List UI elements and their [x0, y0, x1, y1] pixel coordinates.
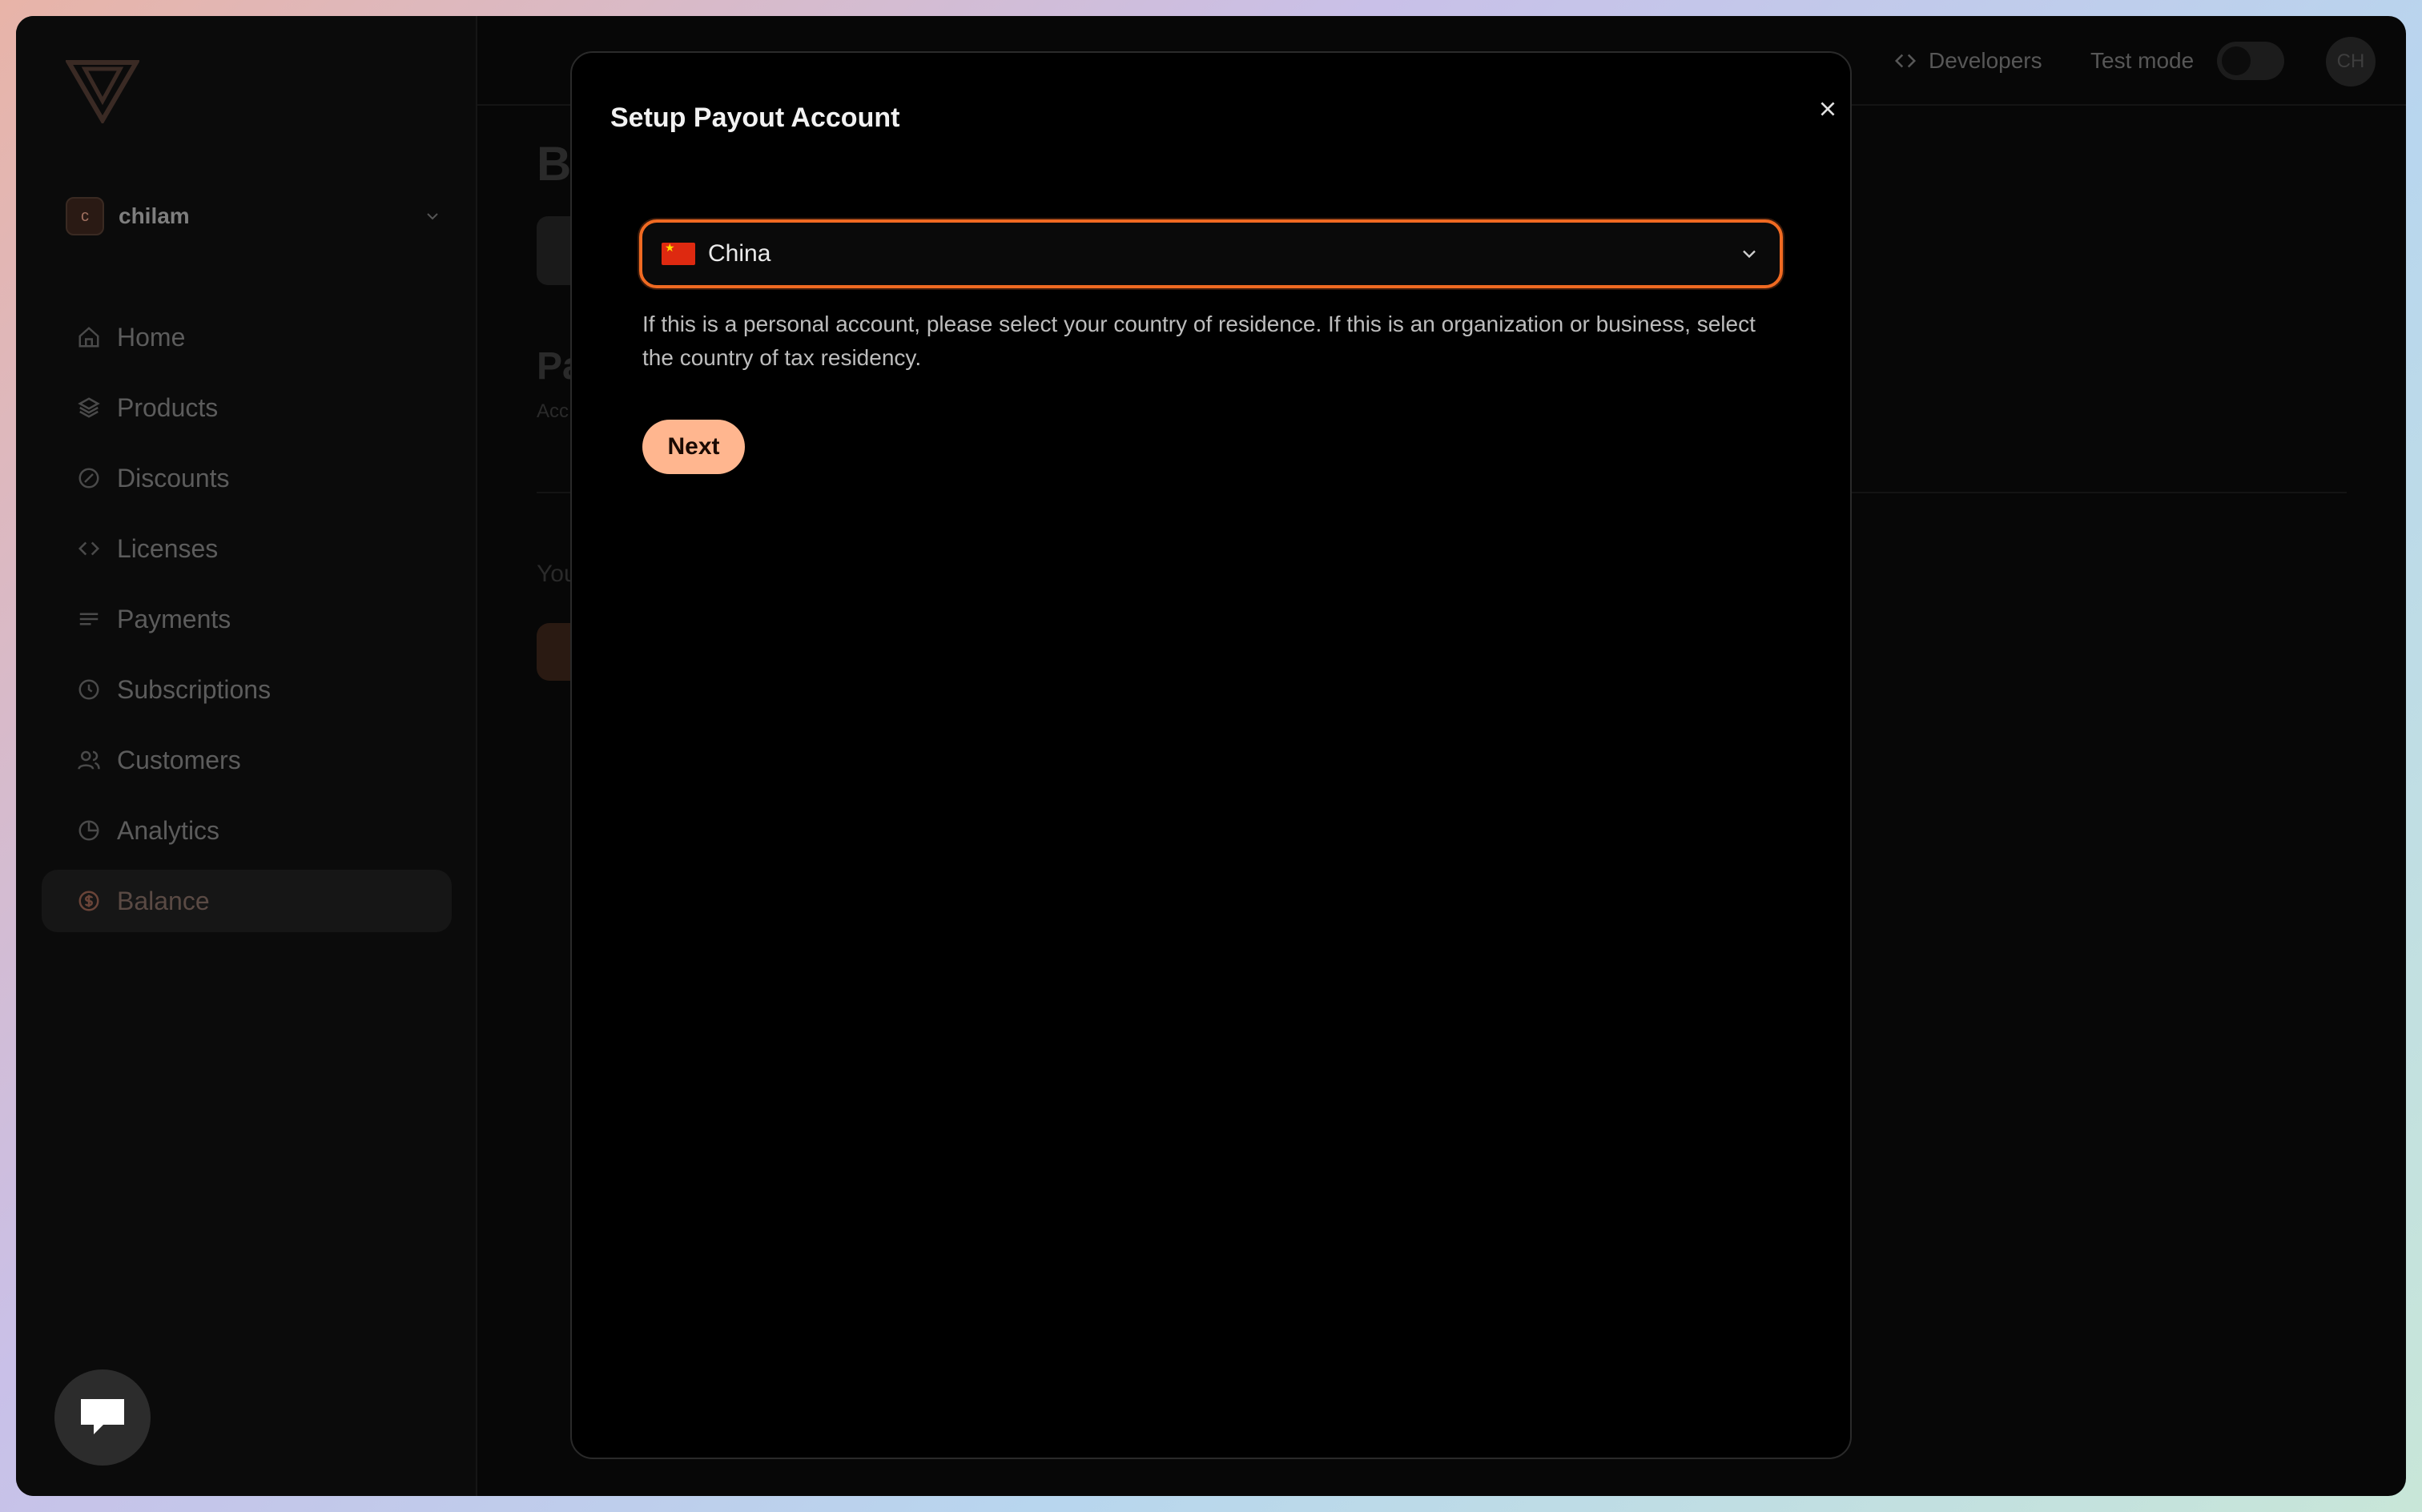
users-icon	[78, 750, 100, 770]
sidebar-item-licenses[interactable]: Licenses	[42, 517, 452, 580]
close-icon	[1821, 102, 1835, 116]
discount-icon	[78, 468, 99, 489]
sidebar-item-label: Customers	[117, 745, 241, 774]
sidebar-item-subscriptions[interactable]: Subscriptions	[42, 658, 452, 721]
sidebar-item-label: Subscriptions	[117, 674, 272, 704]
chevron-down-icon	[427, 213, 438, 220]
home-icon	[78, 327, 99, 348]
sidebar-item-label: Analytics	[117, 815, 220, 845]
setup-payout-modal: Setup Payout Account China If this is a …	[570, 51, 1852, 1459]
developers-label: Developers	[1929, 48, 2042, 73]
app-window: c chilam Home Products Discounts License…	[16, 16, 2406, 1496]
sidebar-item-analytics[interactable]: Analytics	[42, 799, 452, 862]
pie-chart-icon	[78, 820, 99, 841]
developers-link[interactable]: Developers	[1893, 48, 2042, 74]
dollar-circle-icon	[78, 891, 99, 911]
china-flag-icon	[662, 241, 695, 265]
org-switcher[interactable]: c chilam	[66, 194, 442, 239]
close-button[interactable]	[1813, 94, 1842, 123]
layers-icon	[78, 397, 100, 418]
code-icon	[78, 541, 100, 556]
modal-title: Setup Payout Account	[610, 103, 900, 133]
sidebar-item-products[interactable]: Products	[42, 376, 452, 439]
org-name: chilam	[119, 203, 190, 228]
sidebar-item-payments[interactable]: Payments	[42, 588, 452, 650]
sidebar-item-label: Balance	[117, 886, 210, 915]
sidebar-item-customers[interactable]: Customers	[42, 729, 452, 791]
sidebar: c chilam Home Products Discounts License…	[16, 16, 477, 1496]
country-select[interactable]: China	[639, 219, 1783, 288]
logo-icon[interactable]	[66, 59, 139, 123]
org-avatar: c	[66, 197, 104, 235]
page-title: B	[537, 137, 572, 191]
test-mode-label: Test mode	[2090, 48, 2195, 73]
sidebar-item-label: Licenses	[117, 533, 219, 563]
chevron-down-icon	[1743, 250, 1756, 259]
section-subtext: Acc	[537, 400, 569, 422]
payments-icon	[79, 613, 99, 625]
next-button[interactable]: Next	[642, 420, 745, 474]
chat-support-button[interactable]	[54, 1369, 151, 1466]
sidebar-nav: Home Products Discounts Licenses Payment…	[42, 306, 452, 940]
sidebar-item-label: Discounts	[117, 463, 230, 493]
code-icon	[1894, 54, 1917, 68]
sidebar-item-home[interactable]: Home	[42, 306, 452, 368]
sidebar-item-discounts[interactable]: Discounts	[42, 447, 452, 509]
sidebar-item-label: Products	[117, 392, 219, 422]
chat-icon	[81, 1399, 124, 1434]
clock-icon	[78, 679, 99, 700]
country-helper-text: If this is a personal account, please se…	[642, 312, 1756, 370]
sidebar-item-label: Home	[117, 322, 186, 352]
country-select-value: China	[708, 240, 771, 267]
user-avatar[interactable]: CH	[2326, 37, 2376, 86]
test-mode-toggle[interactable]	[2217, 42, 2284, 80]
sidebar-item-label: Payments	[117, 604, 231, 633]
sidebar-item-balance[interactable]: Balance	[42, 870, 452, 932]
